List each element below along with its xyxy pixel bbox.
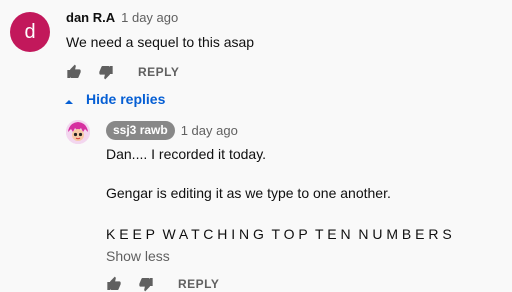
- caret-up-icon: [64, 94, 74, 104]
- reply-button[interactable]: REPLY: [138, 65, 179, 79]
- reply-text-line-2: Gengar is editing it as we type to one a…: [106, 185, 391, 201]
- comment-time[interactable]: 1 day ago: [121, 10, 178, 25]
- hide-replies-toggle[interactable]: Hide replies: [64, 91, 165, 107]
- avatar[interactable]: d: [10, 12, 50, 52]
- reply-avatar[interactable]: [66, 120, 90, 144]
- reply-text-line-3: K E E P W A T C H I N G T O P T E N N U …: [106, 226, 452, 242]
- thumb-up-icon[interactable]: [66, 64, 82, 80]
- comment-text: We need a sequel to this asap: [66, 34, 255, 50]
- reply-thumb-up-icon[interactable]: [106, 276, 122, 292]
- comment-author[interactable]: dan R.A: [66, 10, 115, 25]
- hide-replies-label: Hide replies: [86, 91, 166, 107]
- reply-text-line-1: Dan.... I recorded it today.: [106, 146, 267, 162]
- reply-time[interactable]: 1 day ago: [181, 123, 238, 138]
- reply-author-badge[interactable]: ssj3 rawb: [106, 121, 175, 140]
- reply-thumb-down-icon[interactable]: [138, 276, 154, 292]
- thumb-down-icon[interactable]: [98, 64, 114, 80]
- show-less-link[interactable]: Show less: [106, 248, 170, 264]
